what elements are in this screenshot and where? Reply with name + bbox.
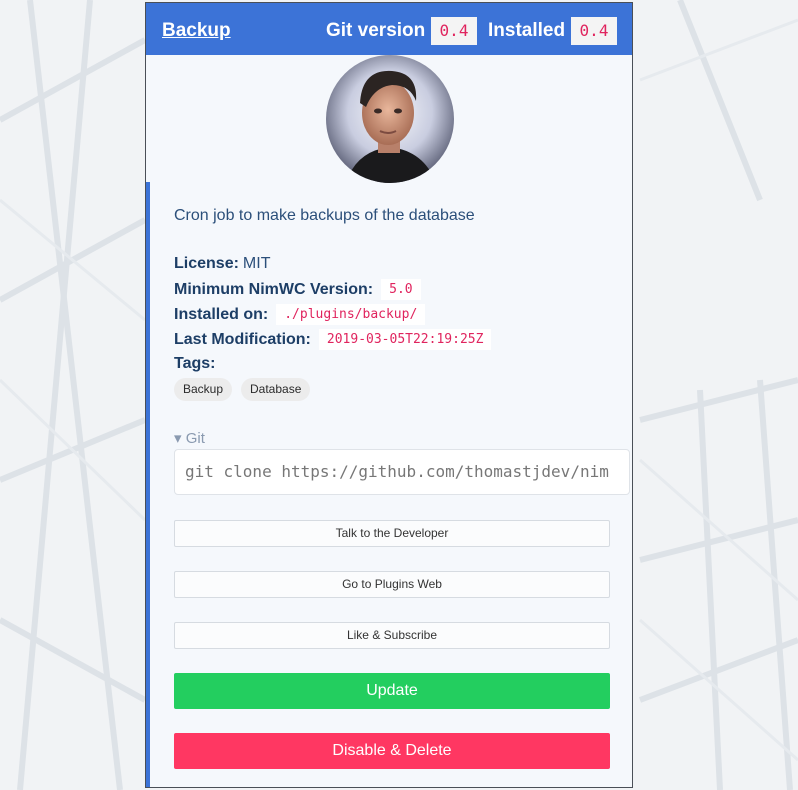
license-value: MIT [242,255,271,272]
git-version-label: Git version [326,20,426,41]
min-version-row: Minimum NimWC Version: 5.0 [174,279,421,300]
min-version-label: Minimum NimWC Version: [174,280,374,298]
talk-to-developer-button[interactable]: Talk to the Developer [174,520,610,547]
installed-version-value: 0.4 [571,17,617,45]
git-clone-command-field[interactable]: git clone https://github.com/thomastjdev… [174,449,630,495]
tag-database: Database [241,378,311,401]
developer-avatar [326,55,454,183]
tags-label: Tags: [174,355,216,372]
plugin-card: Backup Git version 0.4 Installed 0.4 Cro… [145,2,633,788]
card-header: Backup Git version 0.4 Installed 0.4 [146,3,632,55]
installed-on-row: Installed on: ./plugins/backup/ [174,304,426,325]
like-subscribe-button[interactable]: Like & Subscribe [174,622,610,649]
git-version-value: 0.4 [431,17,477,45]
plugin-title-link[interactable]: Backup [162,20,231,42]
plugin-description: Cron job to make backups of the database [174,207,475,224]
last-modification-label: Last Modification: [174,330,311,348]
installed-on-label: Installed on: [174,305,269,323]
installed-on-value: ./plugins/backup/ [276,304,426,325]
plugins-web-button[interactable]: Go to Plugins Web [174,571,610,598]
update-button[interactable]: Update [174,673,610,709]
disable-delete-button[interactable]: Disable & Delete [174,733,610,769]
git-disclosure[interactable]: ▾ Git [174,429,205,447]
last-modification-row: Last Modification: 2019-03-05T22:19:25Z [174,329,492,350]
last-modification-value: 2019-03-05T22:19:25Z [318,329,492,350]
license-label: License: [174,255,239,272]
tag-backup: Backup [174,378,233,401]
license-row: License: MIT [174,255,270,273]
git-summary-label: Git [185,430,205,447]
left-accent-bar [146,182,150,787]
min-version-value: 5.0 [381,279,421,300]
installed-label: Installed [488,20,566,41]
triangle-down-icon: ▾ [174,430,182,447]
tags-row: Tags: [174,355,215,373]
